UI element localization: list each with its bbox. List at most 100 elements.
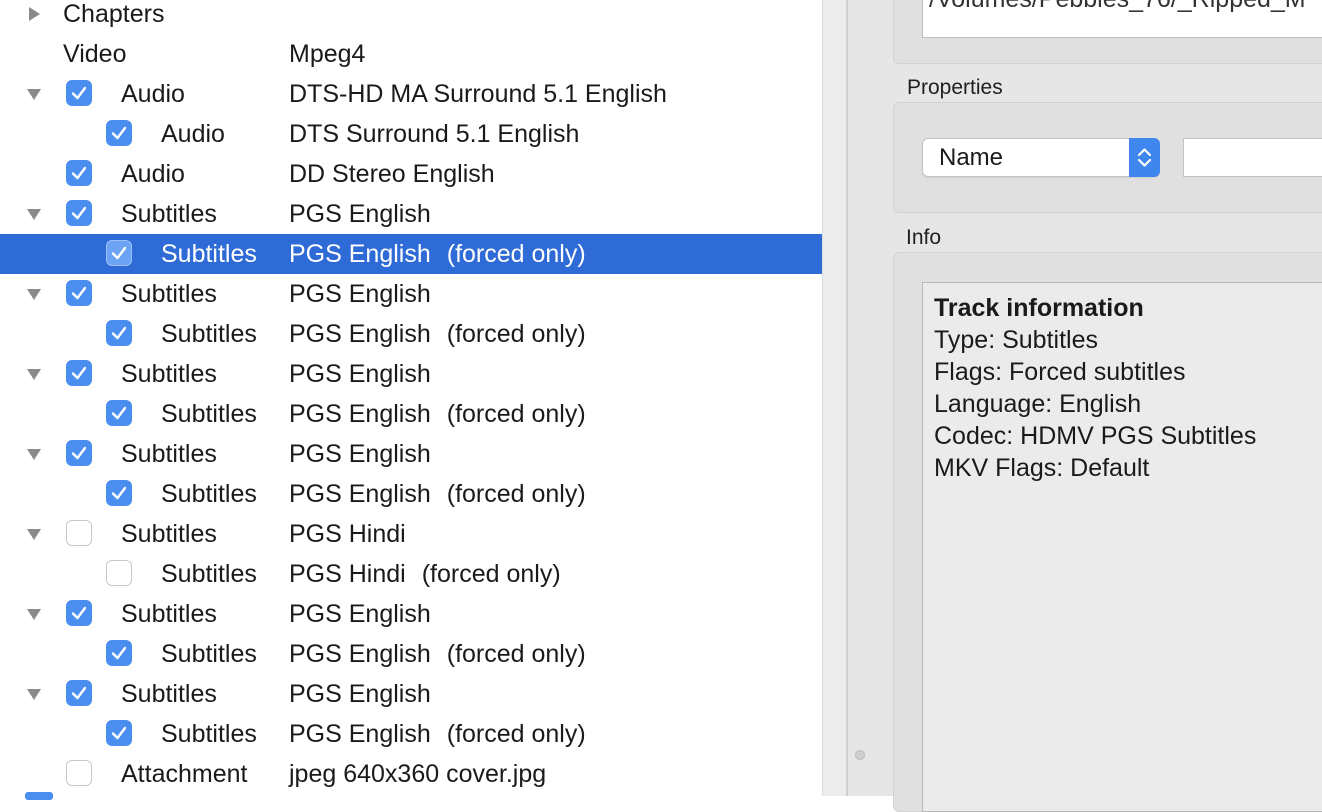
track-checkbox[interactable] — [66, 520, 92, 546]
track-codec-language: PGS English — [289, 440, 431, 468]
track-description: PGS English — [289, 359, 431, 389]
track-type: Subtitles — [121, 440, 217, 468]
track-info-codec: Codec: HDMV PGS Subtitles — [934, 422, 1257, 450]
track-type: Subtitles — [121, 280, 217, 308]
track-info-language: Language: English — [934, 390, 1142, 418]
track-row[interactable]: Subtitles PGS English — [0, 274, 822, 314]
track-row[interactable]: Subtitles PGS English (forced only) — [0, 314, 822, 354]
track-type: Video — [63, 40, 127, 68]
track-checkbox[interactable] — [106, 560, 132, 586]
track-type: Subtitles — [161, 240, 257, 268]
track-row[interactable]: Video Mpeg4 — [0, 34, 822, 74]
track-checkbox[interactable] — [66, 680, 92, 706]
track-checkbox[interactable] — [66, 440, 92, 466]
track-type: Chapters — [63, 0, 165, 28]
track-type: Subtitles — [121, 680, 217, 708]
track-type: Subtitles — [161, 560, 257, 588]
disclosure-triangle-down-icon[interactable] — [25, 605, 43, 623]
track-codec-language: PGS Hindi — [289, 560, 406, 588]
disclosure-triangle-down-icon[interactable] — [25, 365, 43, 383]
track-type: Audio — [121, 80, 185, 108]
track-type: Subtitles — [161, 320, 257, 348]
info-label: Info — [906, 226, 942, 249]
track-row[interactable]: Audio DTS-HD MA Surround 5.1 English — [0, 74, 822, 114]
track-row[interactable]: Subtitles PGS English — [0, 354, 822, 394]
track-description: PGS English (forced only) — [289, 719, 586, 749]
track-checkbox[interactable] — [106, 400, 132, 426]
track-description: PGS English — [289, 199, 431, 229]
track-codec-language: PGS English — [289, 400, 431, 428]
track-checkbox[interactable] — [66, 600, 92, 626]
track-row[interactable]: Subtitles PGS Hindi — [0, 514, 822, 554]
track-description: DD Stereo English — [289, 159, 495, 189]
track-row[interactable]: Subtitles PGS Hindi (forced only) — [0, 554, 822, 594]
track-type: Subtitles — [121, 600, 217, 628]
track-checkbox[interactable] — [106, 640, 132, 666]
track-codec-language: PGS English — [289, 720, 431, 748]
track-description: PGS English — [289, 439, 431, 469]
track-type: Attachment — [121, 760, 248, 788]
disclosure-triangle-down-icon[interactable] — [25, 205, 43, 223]
track-type: Subtitles — [161, 480, 257, 508]
track-row[interactable]: Subtitles PGS English — [0, 594, 822, 634]
disclosure-triangle-down-icon[interactable] — [25, 445, 43, 463]
disclosure-triangle-down-icon[interactable] — [25, 525, 43, 543]
disclosure-triangle-down-icon[interactable] — [25, 85, 43, 103]
disclosure-triangle-right-icon[interactable] — [25, 5, 43, 23]
track-checkbox[interactable] — [106, 480, 132, 506]
track-checkbox[interactable] — [66, 80, 92, 106]
track-row[interactable]: Subtitles PGS English (forced only) — [0, 394, 822, 434]
track-description: PGS English (forced only) — [289, 399, 586, 429]
disclosure-triangle-down-icon[interactable] — [25, 285, 43, 303]
track-type: Subtitles — [121, 520, 217, 548]
track-row[interactable]: Subtitles PGS English — [0, 194, 822, 234]
track-description: Mpeg4 — [289, 39, 365, 69]
track-checkbox[interactable] — [66, 200, 92, 226]
track-row[interactable]: Chapters — [0, 0, 822, 34]
property-value-field[interactable] — [1183, 138, 1322, 177]
properties-label: Properties — [907, 76, 1003, 99]
track-description: PGS English (forced only) — [289, 319, 586, 349]
track-codec-language: PGS English — [289, 680, 431, 708]
track-type: Subtitles — [161, 720, 257, 748]
track-description: PGS English (forced only) — [289, 639, 586, 669]
track-codec-language: PGS English — [289, 240, 431, 268]
track-row[interactable]: Subtitles PGS English (forced only) — [0, 634, 822, 674]
track-row[interactable]: Audio DD Stereo English — [0, 154, 822, 194]
track-row[interactable]: Subtitles PGS English — [0, 674, 822, 714]
track-codec-language: Mpeg4 — [289, 40, 366, 68]
track-row[interactable]: Subtitles PGS English (forced only) — [0, 714, 822, 754]
track-checkbox[interactable] — [106, 240, 132, 266]
track-description: PGS Hindi — [289, 519, 406, 549]
track-checkbox[interactable] — [66, 160, 92, 186]
track-description: DTS Surround 5.1 English — [289, 119, 579, 149]
track-checkbox[interactable] — [66, 760, 92, 786]
track-row[interactable]: Subtitles PGS English (forced only) — [0, 474, 822, 514]
property-select[interactable]: Name — [922, 138, 1160, 177]
track-description: PGS English — [289, 599, 431, 629]
track-checkbox[interactable] — [106, 120, 132, 146]
partial-checkbox[interactable] — [25, 792, 53, 800]
track-forced-flag: (forced only) — [421, 560, 561, 588]
source-path-field[interactable]: /Volumes/Pebbles_76/_Ripped_M — [922, 0, 1322, 38]
track-checkbox[interactable] — [106, 320, 132, 346]
track-checkbox[interactable] — [66, 360, 92, 386]
track-row[interactable]: Subtitles PGS English (forced only) — [0, 234, 822, 274]
track-info-box: Track information Type: Subtitles Flags:… — [922, 282, 1322, 812]
track-checkbox[interactable] — [66, 280, 92, 306]
track-row[interactable]: Audio DTS Surround 5.1 English — [0, 114, 822, 154]
track-list[interactable]: Chapters Video Mpeg4 Audio DTS-HD MA Surroun… — [0, 0, 822, 796]
track-codec-language: PGS English — [289, 320, 431, 348]
track-info-mkv-flags: MKV Flags: Default — [934, 454, 1150, 482]
track-description: PGS English — [289, 679, 431, 709]
popup-chevrons-icon[interactable] — [1129, 138, 1160, 177]
track-row[interactable]: Attachment jpeg 640x360 cover.jpg — [0, 754, 822, 794]
splitter-handle[interactable] — [855, 750, 865, 760]
split-view-divider[interactable] — [822, 0, 847, 796]
track-description: PGS English (forced only) — [289, 479, 586, 509]
track-row[interactable]: Subtitles PGS English — [0, 434, 822, 474]
track-description: jpeg 640x360 cover.jpg — [289, 759, 546, 789]
track-codec-language: PGS English — [289, 360, 431, 388]
disclosure-triangle-down-icon[interactable] — [25, 685, 43, 703]
track-checkbox[interactable] — [106, 720, 132, 746]
